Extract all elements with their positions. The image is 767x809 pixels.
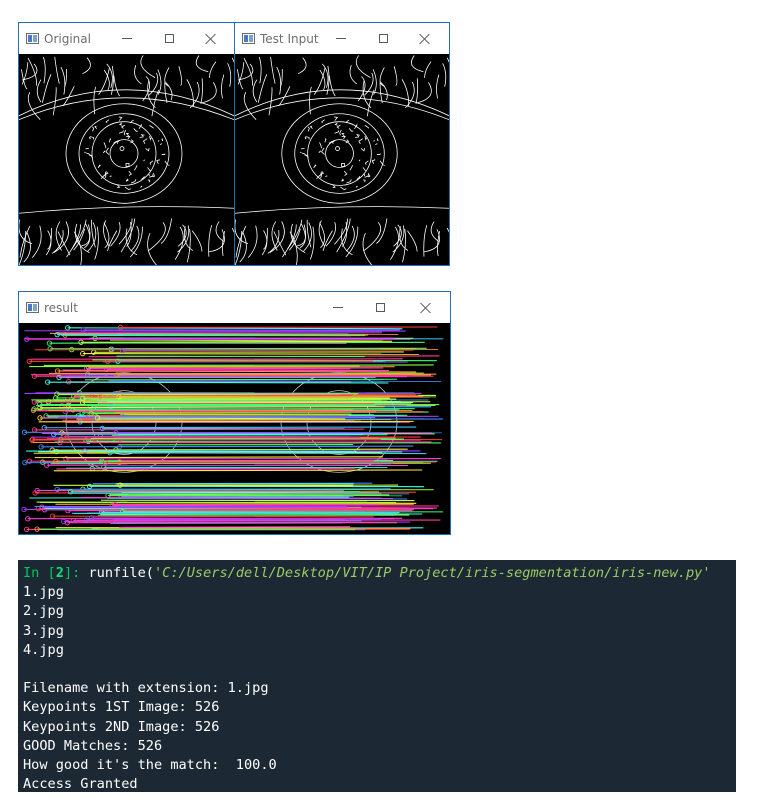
test-input-titlebar[interactable]: Test Input	[235, 23, 449, 54]
close-icon	[420, 302, 432, 314]
minimize-button[interactable]	[324, 292, 352, 323]
console-input-line: In [2]: runfile('C:/Users/dell/Desktop/V…	[23, 564, 736, 583]
window-title: Test Input	[260, 31, 319, 46]
test-input-window[interactable]: Test Input	[234, 22, 450, 266]
output-line: 2.jpg	[23, 603, 64, 620]
close-button[interactable]	[411, 23, 439, 54]
minimize-button[interactable]	[113, 23, 141, 54]
prompt-prefix: In [	[23, 565, 56, 581]
output-line: Keypoints 2ND Image: 526	[23, 718, 220, 735]
result-window[interactable]: result	[18, 291, 451, 535]
ipython-console[interactable]: In [2]: runfile('C:/Users/dell/Desktop/V…	[18, 560, 736, 792]
maximize-button[interactable]	[366, 292, 394, 323]
output-line: Filename with extension: 1.jpg	[23, 680, 269, 697]
close-button[interactable]	[412, 292, 440, 323]
original-window[interactable]: Original	[18, 22, 235, 266]
window-title: result	[44, 300, 78, 315]
output-line: Access Granted	[23, 776, 138, 792]
eye-edge-image	[235, 55, 449, 265]
maximize-icon	[164, 34, 174, 43]
output-line: 1.jpg	[23, 584, 64, 601]
result-titlebar[interactable]: result	[19, 292, 450, 323]
command-path: 'C:/Users/dell/Desktop/VIT/IP Project/ir…	[153, 565, 711, 581]
result-image	[19, 323, 450, 534]
close-icon	[419, 33, 431, 45]
minimize-icon	[333, 307, 343, 308]
app-icon	[26, 302, 39, 313]
maximize-button[interactable]	[369, 23, 397, 54]
output-line: How good it's the match: 100.0	[23, 756, 277, 773]
test-input-image	[235, 54, 449, 265]
eye-edge-image	[19, 55, 234, 265]
command-function: runfile(	[80, 565, 154, 581]
app-icon	[242, 33, 255, 44]
prompt-suffix: ]:	[63, 565, 81, 581]
app-icon	[26, 33, 39, 44]
original-titlebar[interactable]: Original	[19, 23, 234, 54]
original-image	[19, 54, 234, 265]
output-line: Keypoints 1ST Image: 526	[23, 699, 220, 716]
minimize-button[interactable]	[327, 23, 355, 54]
close-icon	[205, 33, 217, 45]
prompt-number: 2	[55, 565, 64, 581]
maximize-icon	[375, 303, 385, 312]
output-line: 4.jpg	[23, 641, 64, 658]
maximize-icon	[378, 34, 388, 43]
minimize-icon	[336, 38, 346, 39]
output-line: 3.jpg	[23, 622, 64, 639]
output-line: GOOD Matches: 526	[23, 737, 163, 754]
maximize-button[interactable]	[155, 23, 183, 54]
window-title: Original	[44, 31, 91, 46]
minimize-icon	[122, 38, 132, 39]
keypoint-matches-image	[21, 324, 444, 533]
close-button[interactable]	[197, 23, 225, 54]
